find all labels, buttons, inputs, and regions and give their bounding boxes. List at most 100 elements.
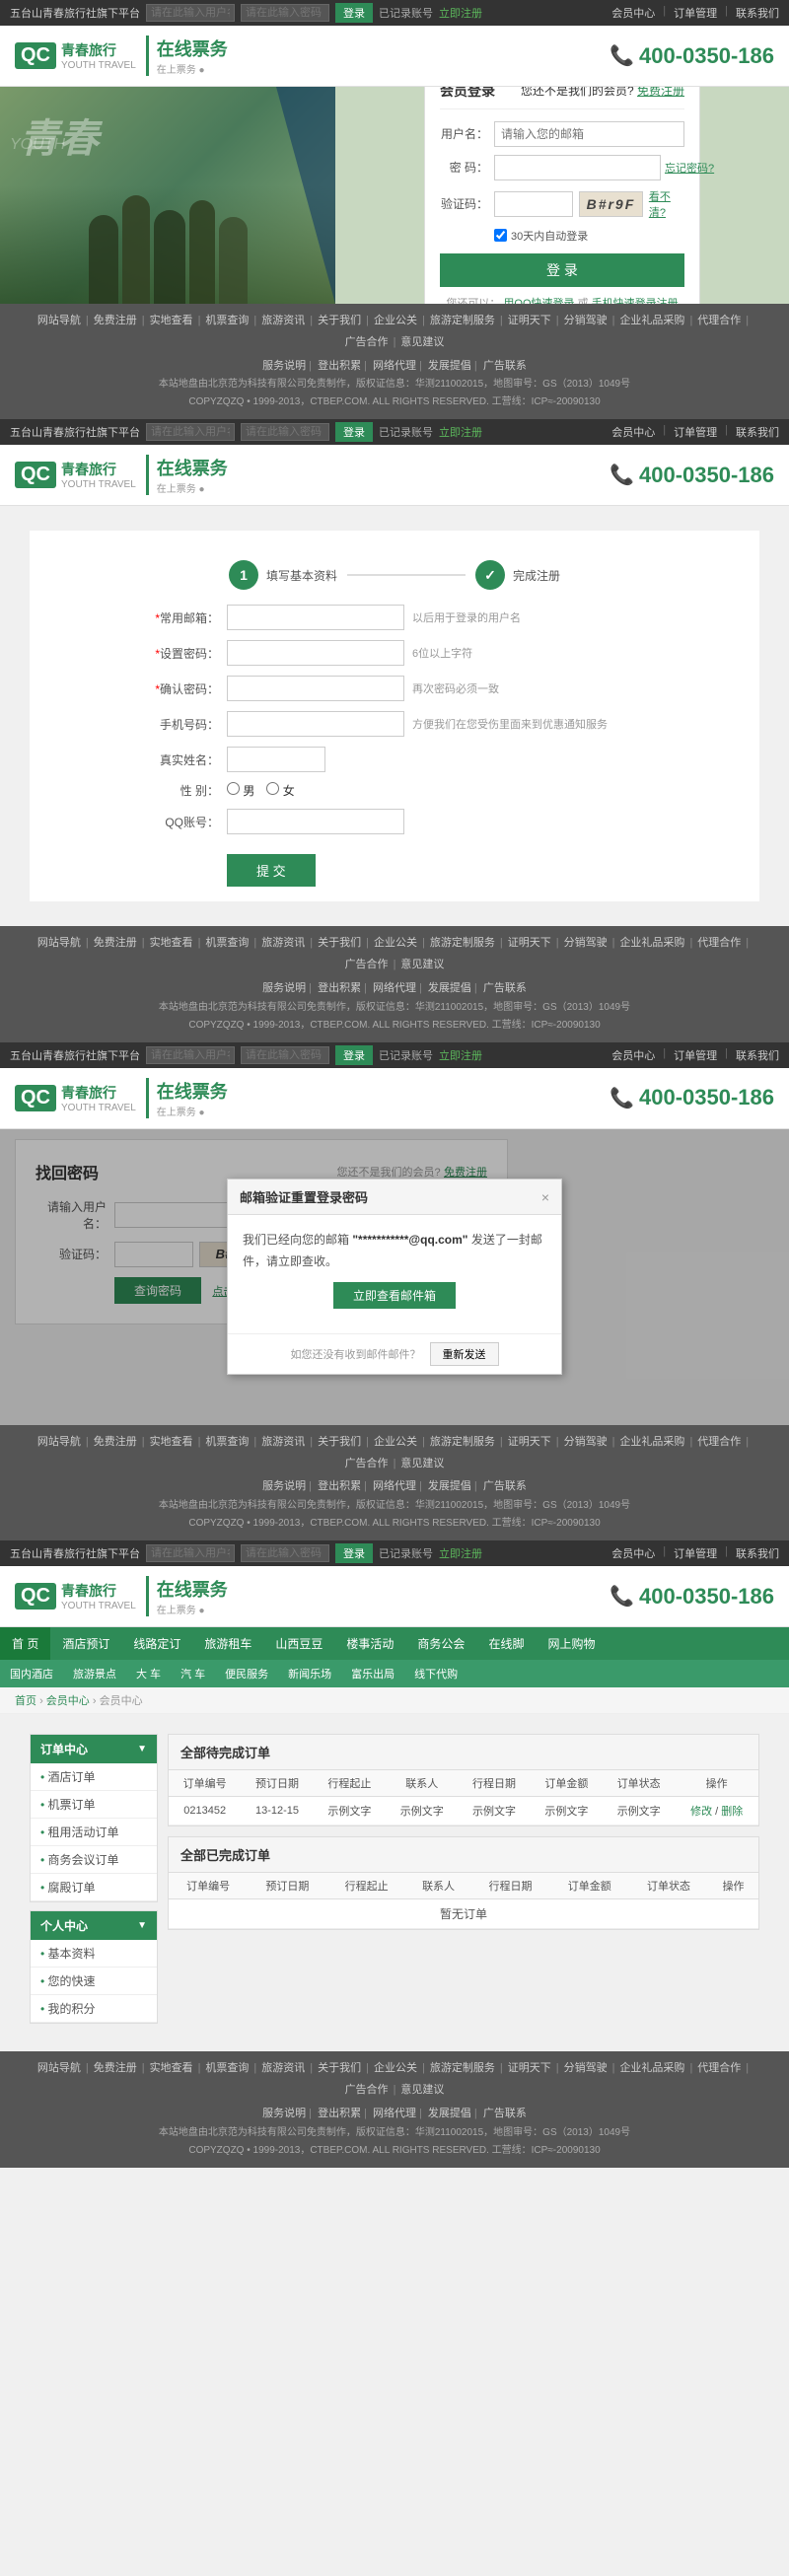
topbar-quick-reg-link3[interactable]: 立即注册 bbox=[439, 1047, 482, 1063]
topbar-order-link3[interactable]: 订单管理 bbox=[674, 1047, 717, 1063]
footer-nav-item[interactable]: 代理合作 bbox=[697, 934, 741, 954]
sub-nav-service[interactable]: 便民服务 bbox=[215, 1660, 278, 1687]
gender-female-label[interactable]: 女 bbox=[266, 782, 294, 799]
footer-nav-item[interactable]: 实地查看 bbox=[150, 312, 193, 331]
footer-service-item[interactable]: 广告联系 bbox=[483, 982, 527, 994]
footer-service-item[interactable]: 发展提倡 bbox=[428, 982, 471, 994]
breadcrumb-home[interactable]: 首页 bbox=[15, 1695, 36, 1707]
modal-close-button[interactable]: × bbox=[541, 1189, 549, 1205]
footer-nav-item[interactable]: 关于我们 bbox=[318, 1433, 361, 1453]
topbar-order-link2[interactable]: 订单管理 bbox=[674, 424, 717, 440]
sidebar-basic-info[interactable]: 基本资料 bbox=[31, 1940, 157, 1968]
gender-male-label[interactable]: 男 bbox=[227, 782, 254, 799]
topbar-username-input[interactable] bbox=[146, 4, 235, 22]
qq-input[interactable] bbox=[227, 809, 404, 834]
footer-nav-item[interactable]: 旅游定制服务 bbox=[430, 2059, 495, 2079]
footer-service-item[interactable]: 发展提倡 bbox=[428, 2108, 471, 2119]
footer-nav-item[interactable]: 免费注册 bbox=[94, 1433, 137, 1453]
captcha-refresh-link[interactable]: 看不清? bbox=[649, 188, 684, 220]
footer-nav-item[interactable]: 机票查询 bbox=[205, 934, 249, 954]
resend-button[interactable]: 重新发送 bbox=[430, 1342, 499, 1366]
footer-nav-item[interactable]: 代理合作 bbox=[697, 1433, 741, 1453]
gender-female-radio[interactable] bbox=[266, 782, 279, 795]
footer-nav-item[interactable]: 实地查看 bbox=[150, 2059, 193, 2079]
footer-nav-item[interactable]: 机票查询 bbox=[205, 1433, 249, 1453]
free-reg-link[interactable]: 免费注册 bbox=[637, 87, 684, 98]
footer-nav-item[interactable]: 代理合作 bbox=[697, 2059, 741, 2079]
mobile-input[interactable] bbox=[227, 711, 404, 737]
topbar-password-input2[interactable] bbox=[241, 423, 329, 441]
topbar-member-link[interactable]: 会员中心 bbox=[611, 5, 655, 21]
footer-nav-item[interactable]: 广告合作 bbox=[345, 333, 389, 353]
topbar-member-link4[interactable]: 会员中心 bbox=[611, 1545, 655, 1561]
footer-nav-item[interactable]: 企业公关 bbox=[374, 934, 417, 954]
footer-nav-item[interactable]: 关于我们 bbox=[318, 934, 361, 954]
topbar-login-button2[interactable]: 登录 bbox=[335, 422, 373, 442]
footer-service-item[interactable]: 登出积累 bbox=[318, 360, 361, 372]
nav-business[interactable]: 商务公会 bbox=[405, 1627, 476, 1660]
footer-nav-item[interactable]: 广告合作 bbox=[345, 1455, 389, 1474]
footer-nav-item[interactable]: 关于我们 bbox=[318, 2059, 361, 2079]
footer-nav-item[interactable]: 关于我们 bbox=[318, 312, 361, 331]
footer-nav-item[interactable]: 旅游资讯 bbox=[261, 1433, 305, 1453]
footer-nav-item[interactable]: 旅游资讯 bbox=[261, 2059, 305, 2079]
sidebar-flight-order[interactable]: 机票订单 bbox=[31, 1791, 157, 1819]
footer-nav-item[interactable]: 旅游定制服务 bbox=[430, 312, 495, 331]
sidebar-quick-access[interactable]: 您的快速 bbox=[31, 1968, 157, 1995]
footer-nav-item[interactable]: 证明天下 bbox=[508, 312, 551, 331]
phone-login-link[interactable]: 手机快速登录注册 bbox=[592, 298, 679, 305]
footer-nav-item[interactable]: 实地查看 bbox=[150, 934, 193, 954]
footer-service-item[interactable]: 发展提倡 bbox=[428, 1480, 471, 1492]
topbar-order-link[interactable]: 订单管理 bbox=[674, 5, 717, 21]
topbar-quick-reg-link2[interactable]: 立即注册 bbox=[439, 424, 482, 440]
topbar-login-button[interactable]: 登录 bbox=[335, 3, 373, 23]
footer-service-item[interactable]: 广告联系 bbox=[483, 360, 527, 372]
footer-nav-item[interactable]: 意见建议 bbox=[400, 333, 444, 353]
topbar-quick-reg-link4[interactable]: 立即注册 bbox=[439, 1545, 482, 1561]
qq-login-link[interactable]: 用QQ快速登录 bbox=[503, 298, 574, 305]
footer-nav-item[interactable]: 企业公关 bbox=[374, 1433, 417, 1453]
confirm-input[interactable] bbox=[227, 676, 404, 701]
sub-nav-offline[interactable]: 线下代购 bbox=[404, 1660, 467, 1687]
footer-nav-item[interactable]: 企业公关 bbox=[374, 312, 417, 331]
footer-service-item[interactable]: 发展提倡 bbox=[428, 360, 471, 372]
footer-service-item[interactable]: 网络代理 bbox=[373, 1480, 416, 1492]
nav-hotel[interactable]: 酒店预订 bbox=[50, 1627, 121, 1660]
footer-nav-item[interactable]: 旅游资讯 bbox=[261, 934, 305, 954]
footer-nav-item[interactable]: 广告合作 bbox=[345, 956, 389, 975]
topbar-order-link4[interactable]: 订单管理 bbox=[674, 1545, 717, 1561]
topbar-login-button4[interactable]: 登录 bbox=[335, 1543, 373, 1563]
footer-nav-item[interactable]: 旅游资讯 bbox=[261, 312, 305, 331]
footer-nav-item[interactable]: 网站导航 bbox=[37, 312, 81, 331]
footer-nav-item[interactable]: 证明天下 bbox=[508, 1433, 551, 1453]
footer-service-item[interactable]: 网络代理 bbox=[373, 2108, 416, 2119]
footer-service-item[interactable]: 服务说明 bbox=[262, 1480, 306, 1492]
footer-service-item[interactable]: 网络代理 bbox=[373, 360, 416, 372]
footer-nav-item[interactable]: 网站导航 bbox=[37, 934, 81, 954]
reg-submit-button[interactable]: 提 交 bbox=[227, 854, 316, 887]
sidebar-other-order[interactable]: 腐殿订单 bbox=[31, 1874, 157, 1901]
nav-online[interactable]: 在线脚 bbox=[476, 1627, 536, 1660]
footer-nav-item[interactable]: 企业礼品采购 bbox=[619, 1433, 684, 1453]
captcha-input[interactable] bbox=[494, 191, 573, 217]
edit-link[interactable]: 修改 bbox=[690, 1806, 712, 1818]
footer-nav-item[interactable]: 分销驾驶 bbox=[564, 1433, 608, 1453]
nav-home[interactable]: 首 页 bbox=[0, 1627, 50, 1660]
footer-nav-item[interactable]: 企业礼品采购 bbox=[619, 934, 684, 954]
footer-nav-item[interactable]: 免费注册 bbox=[94, 934, 137, 954]
footer-service-item[interactable]: 登出积累 bbox=[318, 1480, 361, 1492]
sidebar-points[interactable]: 我的积分 bbox=[31, 1995, 157, 2023]
username-input[interactable] bbox=[494, 121, 684, 147]
footer-nav-item[interactable]: 企业礼品采购 bbox=[619, 2059, 684, 2079]
topbar-username-input3[interactable] bbox=[146, 1046, 235, 1064]
topbar-contact-link2[interactable]: 联系我们 bbox=[736, 424, 779, 440]
footer-service-item[interactable]: 服务说明 bbox=[262, 982, 306, 994]
topbar-member-link3[interactable]: 会员中心 bbox=[611, 1047, 655, 1063]
footer-nav-item[interactable]: 代理合作 bbox=[697, 312, 741, 331]
sub-nav-tour[interactable]: 富乐出局 bbox=[341, 1660, 404, 1687]
footer-nav-item[interactable]: 意见建议 bbox=[400, 2081, 444, 2101]
sub-nav-auto[interactable]: 汽 车 bbox=[171, 1660, 215, 1687]
footer-nav-item[interactable]: 分销驾驶 bbox=[564, 934, 608, 954]
topbar-login-button3[interactable]: 登录 bbox=[335, 1045, 373, 1065]
footer-nav-item[interactable]: 企业公关 bbox=[374, 2059, 417, 2079]
